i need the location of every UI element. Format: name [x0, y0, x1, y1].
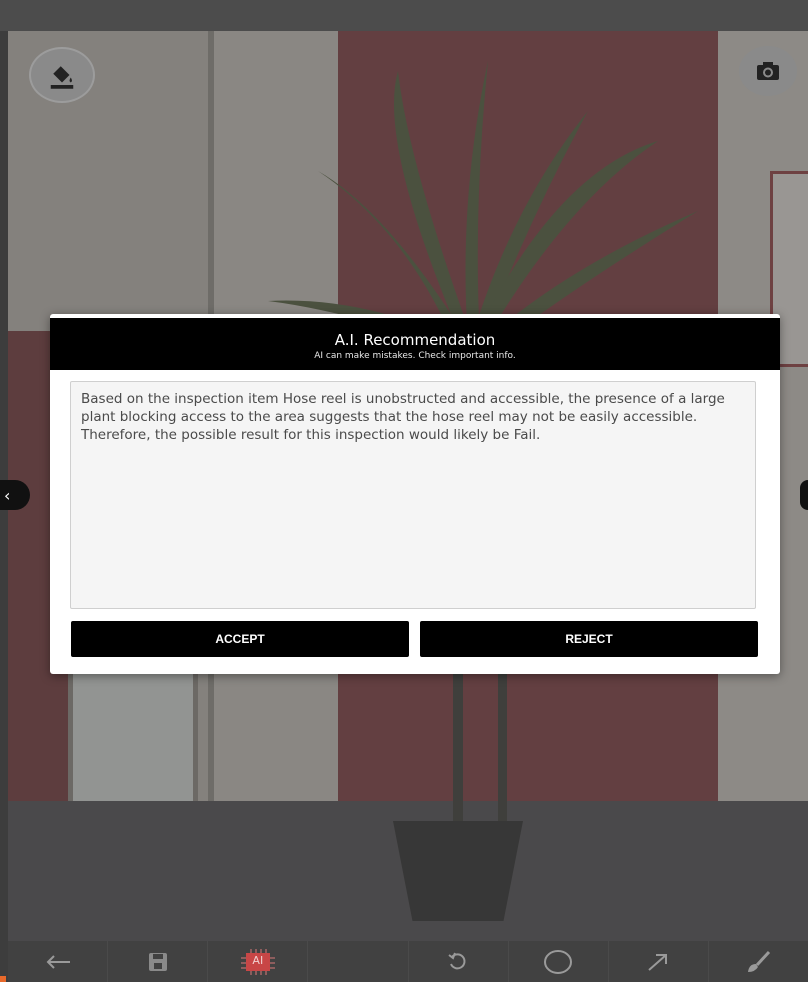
dialog-title: A.I. Recommendation [334, 331, 496, 349]
reject-button[interactable]: REJECT [420, 621, 758, 657]
circle-icon[interactable] [509, 941, 609, 982]
save-icon[interactable] [108, 941, 209, 982]
camera-icon[interactable] [739, 46, 797, 96]
paint-bucket-icon[interactable] [29, 47, 95, 103]
empty-tool-slot [308, 941, 409, 982]
brush-icon[interactable] [709, 941, 808, 982]
dialog-header: A.I. Recommendation AI can make mistakes… [50, 318, 780, 370]
back-arrow-icon[interactable] [8, 941, 109, 982]
accept-button[interactable]: ACCEPT [71, 621, 409, 657]
undo-icon[interactable] [409, 941, 509, 982]
ai-chip-icon[interactable]: AI [208, 941, 309, 982]
next-arrow-icon[interactable] [800, 480, 808, 510]
bottom-toolbar: AI [8, 941, 808, 982]
dialog-subtitle: AI can make mistakes. Check important in… [314, 351, 516, 361]
arrow-icon[interactable] [609, 941, 709, 982]
ai-chip-label: AI [252, 953, 264, 967]
corner-indicator [0, 976, 6, 982]
previous-arrow-icon[interactable]: ‹ [0, 480, 30, 510]
ai-recommendation-dialog: A.I. Recommendation AI can make mistakes… [50, 314, 780, 674]
recommendation-text[interactable]: Based on the inspection item Hose reel i… [70, 381, 756, 609]
top-bar [0, 0, 808, 31]
